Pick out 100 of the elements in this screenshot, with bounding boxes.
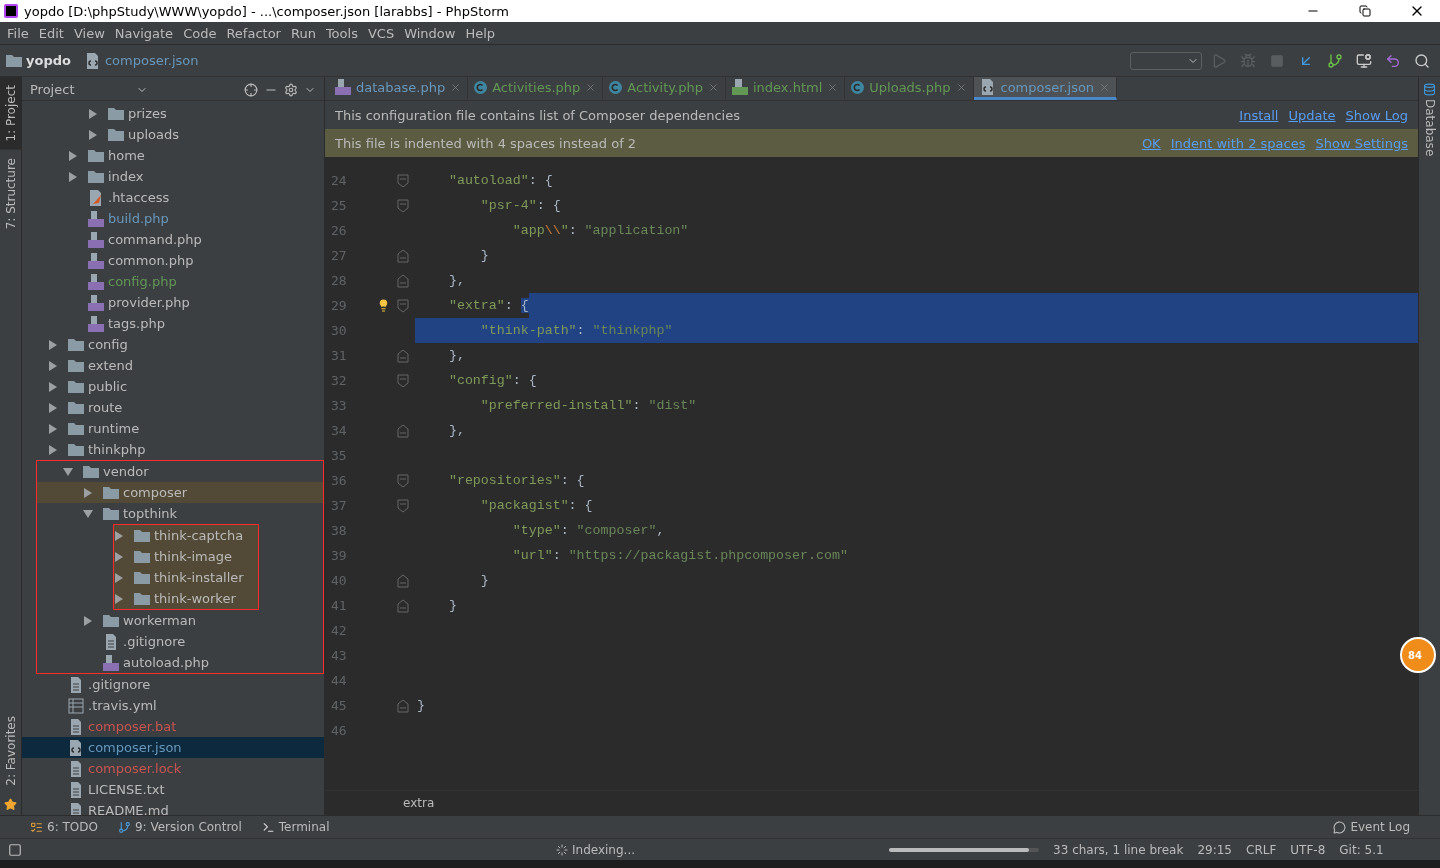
expand-arrow-icon[interactable] xyxy=(48,402,58,413)
expand-arrow-icon[interactable] xyxy=(48,444,58,455)
tree-item[interactable]: prizes xyxy=(22,103,324,124)
tree-item[interactable]: workerman xyxy=(37,610,323,631)
status-item[interactable]: 29:15 xyxy=(1197,842,1232,857)
status-item[interactable]: CRLF xyxy=(1246,842,1277,857)
editor-tab[interactable]: index.html xyxy=(726,77,846,100)
fold-end-icon[interactable] xyxy=(397,698,409,713)
fold-marker-icon[interactable] xyxy=(397,498,409,513)
tool-window-tab[interactable]: Database xyxy=(1422,99,1437,157)
tree-item[interactable]: topthink xyxy=(37,503,323,524)
editor-tab[interactable]: database.php xyxy=(329,77,469,100)
close-icon[interactable] xyxy=(450,81,462,93)
expand-arrow-icon[interactable] xyxy=(48,423,58,434)
tree-item[interactable]: LICENSE.txt xyxy=(22,779,324,800)
commit-icon[interactable] xyxy=(1326,52,1343,69)
tree-item[interactable]: config xyxy=(22,334,324,355)
fold-end-icon[interactable] xyxy=(397,273,409,288)
breadcrumb[interactable]: yopdo xyxy=(26,53,71,68)
banner-link[interactable]: Show Log xyxy=(1345,107,1408,123)
close-icon[interactable] xyxy=(955,81,967,93)
close-icon[interactable] xyxy=(708,81,719,93)
revert-icon[interactable] xyxy=(1384,52,1401,69)
tree-item[interactable]: .htaccess xyxy=(22,187,324,208)
expand-arrow-icon[interactable] xyxy=(114,530,124,541)
locate-icon[interactable] xyxy=(244,82,258,97)
tree-item[interactable]: uploads xyxy=(22,124,324,145)
fold-end-icon[interactable] xyxy=(397,598,409,613)
tree-item[interactable]: config.php xyxy=(22,271,324,292)
editor-breadcrumb[interactable]: extra xyxy=(403,796,435,810)
tree-item[interactable]: .travis.yml xyxy=(22,695,324,716)
tree-item[interactable]: README.md xyxy=(22,800,324,815)
menu-item[interactable]: VCS xyxy=(362,25,400,41)
status-item[interactable]: 33 chars, 1 line break xyxy=(1053,842,1184,857)
tree-item[interactable]: runtime xyxy=(22,418,324,439)
menu-item[interactable]: Run xyxy=(285,25,321,41)
selected-tree-item[interactable]: composer.json xyxy=(22,737,324,758)
banner-link[interactable]: Update xyxy=(1288,107,1336,123)
event-log-tab[interactable]: Event Log xyxy=(1333,820,1410,834)
tree-item[interactable]: think-worker xyxy=(114,588,258,609)
menu-item[interactable]: File xyxy=(2,25,34,41)
tree-item[interactable]: public xyxy=(22,376,324,397)
fold-end-icon[interactable] xyxy=(397,248,409,263)
menu-item[interactable]: Help xyxy=(460,25,501,41)
status-item[interactable]: Git: 5.1 xyxy=(1339,842,1384,857)
tree-item[interactable]: vendor xyxy=(37,461,323,482)
lightbulb-icon[interactable] xyxy=(377,299,390,312)
fold-end-icon[interactable] xyxy=(397,348,409,363)
editor-tab[interactable]: Activities.php xyxy=(468,77,604,100)
editor-tab[interactable]: Activity.php xyxy=(603,77,726,100)
fold-marker-icon[interactable] xyxy=(397,298,409,313)
settings-icon[interactable] xyxy=(284,82,298,97)
menu-item[interactable]: Code xyxy=(178,25,222,41)
tree-item[interactable]: extend xyxy=(22,355,324,376)
editor-tab[interactable]: Uploads.php xyxy=(845,77,974,100)
tree-item[interactable]: tags.php xyxy=(22,313,324,334)
menu-item[interactable]: Tools xyxy=(320,25,363,41)
tool-window-tab[interactable]: 7: Structure xyxy=(0,149,22,237)
collapse-arrow-icon[interactable] xyxy=(83,508,93,519)
fold-marker-icon[interactable] xyxy=(397,198,409,213)
expand-arrow-icon[interactable] xyxy=(114,593,124,604)
tree-item[interactable]: thinkphp xyxy=(22,439,324,460)
tree-item[interactable]: route xyxy=(22,397,324,418)
expand-arrow-icon[interactable] xyxy=(88,108,98,119)
expand-arrow-icon[interactable] xyxy=(48,339,58,350)
banner-link[interactable]: Install xyxy=(1239,107,1279,123)
panel-toggle-icon[interactable] xyxy=(8,842,22,857)
expand-arrow-icon[interactable] xyxy=(48,360,58,371)
tool-window-tab[interactable]: 2: Favorites xyxy=(0,708,22,794)
tree-item[interactable]: think-captcha xyxy=(114,525,258,546)
tree-item[interactable]: think-installer xyxy=(114,567,258,588)
status-item[interactable]: UTF-8 xyxy=(1290,842,1326,857)
tree-item[interactable]: index xyxy=(22,166,324,187)
menu-item[interactable]: Navigate xyxy=(109,25,179,41)
tree-item[interactable]: autoload.php xyxy=(37,652,323,673)
expand-arrow-icon[interactable] xyxy=(83,487,93,498)
menu-item[interactable]: Window xyxy=(399,25,461,41)
fold-marker-icon[interactable] xyxy=(397,473,409,488)
fold-end-icon[interactable] xyxy=(397,573,409,588)
expand-arrow-icon[interactable] xyxy=(114,572,124,583)
expand-arrow-icon[interactable] xyxy=(68,150,78,161)
tool-window-tab[interactable]: 6: TODO xyxy=(30,820,98,834)
collapse-arrow-icon[interactable] xyxy=(63,466,73,477)
tool-window-tab[interactable]: 9: Version Control xyxy=(117,820,242,834)
menu-item[interactable]: View xyxy=(68,25,110,41)
tree-item[interactable]: command.php xyxy=(22,229,324,250)
tree-item[interactable]: build.php xyxy=(22,208,324,229)
tree-item[interactable]: provider.php xyxy=(22,292,324,313)
tree-item[interactable]: composer xyxy=(37,482,323,503)
breadcrumb[interactable]: composer.json xyxy=(104,53,199,68)
expand-arrow-icon[interactable] xyxy=(114,551,124,562)
tool-window-tab[interactable]: Terminal xyxy=(261,820,330,834)
tool-window-tab[interactable]: 1: Project xyxy=(0,77,22,150)
fold-end-icon[interactable] xyxy=(397,423,409,438)
expand-arrow-icon[interactable] xyxy=(48,381,58,392)
expand-arrow-icon[interactable] xyxy=(83,615,93,626)
search-icon[interactable] xyxy=(1413,52,1430,69)
tree-item[interactable]: .gitignore xyxy=(22,674,324,695)
panel-title[interactable]: Project xyxy=(30,82,130,97)
close-icon[interactable] xyxy=(585,81,597,93)
